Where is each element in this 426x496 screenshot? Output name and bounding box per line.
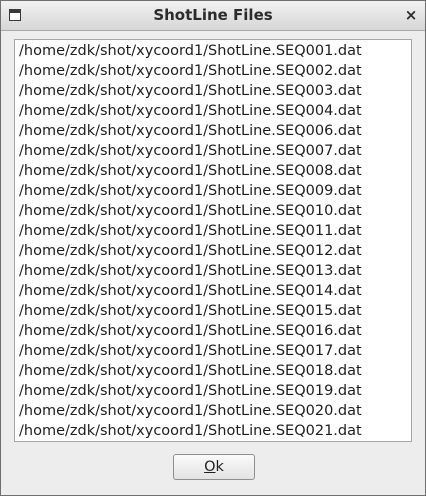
- list-item[interactable]: /home/zdk/shot/xycoord1/ShotLine.SEQ012.…: [15, 241, 411, 261]
- ok-label-rest: k: [215, 459, 224, 475]
- list-item[interactable]: /home/zdk/shot/xycoord1/ShotLine.SEQ017.…: [15, 341, 411, 361]
- list-item[interactable]: /home/zdk/shot/xycoord1/ShotLine.SEQ011.…: [15, 221, 411, 241]
- list-item[interactable]: /home/zdk/shot/xycoord1/ShotLine.SEQ013.…: [15, 261, 411, 281]
- list-item[interactable]: /home/zdk/shot/xycoord1/ShotLine.SEQ006.…: [15, 121, 411, 141]
- ok-button[interactable]: Ok: [173, 454, 255, 480]
- list-item[interactable]: /home/zdk/shot/xycoord1/ShotLine.SEQ018.…: [15, 361, 411, 381]
- list-item[interactable]: /home/zdk/shot/xycoord1/ShotLine.SEQ021.…: [15, 421, 411, 441]
- list-item[interactable]: /home/zdk/shot/xycoord1/ShotLine.SEQ010.…: [15, 201, 411, 221]
- window-title: ShotLine Files: [153, 6, 273, 24]
- list-item[interactable]: /home/zdk/shot/xycoord1/ShotLine.SEQ009.…: [15, 181, 411, 201]
- shotline-files-dialog: ShotLine Files × /home/zdk/shot/xycoord1…: [0, 0, 426, 496]
- list-item[interactable]: /home/zdk/shot/xycoord1/ShotLine.SEQ001.…: [15, 41, 411, 61]
- title-bar[interactable]: ShotLine Files ×: [1, 1, 425, 31]
- ok-button-label: Ok: [204, 459, 224, 475]
- list-item[interactable]: /home/zdk/shot/xycoord1/ShotLine.SEQ002.…: [15, 61, 411, 81]
- list-item[interactable]: /home/zdk/shot/xycoord1/ShotLine.SEQ020.…: [15, 401, 411, 421]
- file-list[interactable]: /home/zdk/shot/xycoord1/ShotLine.SEQ001.…: [14, 39, 412, 442]
- ok-mnemonic: O: [204, 459, 216, 475]
- list-item[interactable]: /home/zdk/shot/xycoord1/ShotLine.SEQ016.…: [15, 321, 411, 341]
- close-icon[interactable]: ×: [403, 7, 419, 23]
- list-item[interactable]: /home/zdk/shot/xycoord1/ShotLine.SEQ008.…: [15, 161, 411, 181]
- list-item[interactable]: /home/zdk/shot/xycoord1/ShotLine.SEQ015.…: [15, 301, 411, 321]
- list-item[interactable]: /home/zdk/shot/xycoord1/ShotLine.SEQ014.…: [15, 281, 411, 301]
- list-item[interactable]: /home/zdk/shot/xycoord1/ShotLine.SEQ003.…: [15, 81, 411, 101]
- list-item[interactable]: /home/zdk/shot/xycoord1/ShotLine.SEQ004.…: [15, 101, 411, 121]
- list-item[interactable]: /home/zdk/shot/xycoord1/ShotLine.SEQ019.…: [15, 381, 411, 401]
- list-item[interactable]: /home/zdk/shot/xycoord1/ShotLine.SEQ007.…: [15, 141, 411, 161]
